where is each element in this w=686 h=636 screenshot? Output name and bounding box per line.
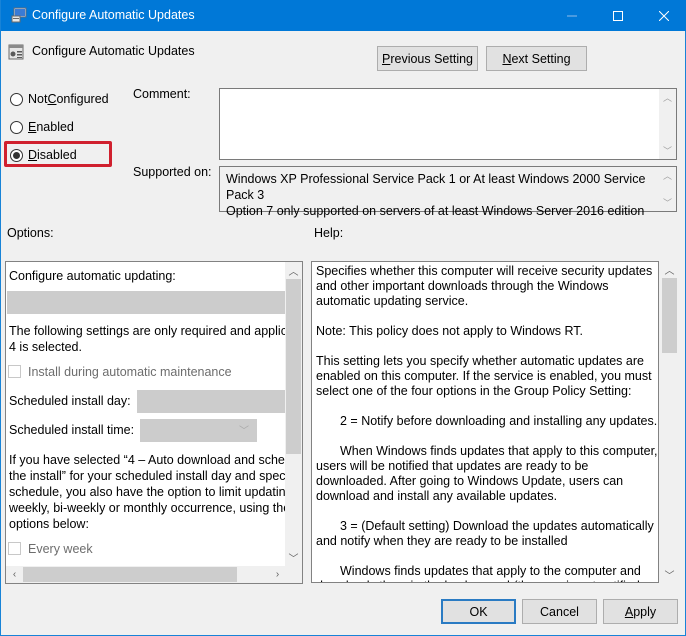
scroll-down-icon[interactable]: ﹀ (659, 194, 676, 211)
scroll-down-icon[interactable]: ﹀ (661, 566, 678, 583)
help-label: Help: (314, 226, 344, 240)
scroll-up-icon[interactable]: ︿ (285, 262, 302, 279)
policy-title: Configure Automatic Updates (32, 44, 195, 58)
radio-circle[interactable] (10, 92, 23, 106)
supported-on-text: Windows XP Professional Service Pack 1 o… (226, 172, 646, 218)
install-time-label: Scheduled install time: (9, 423, 135, 437)
previous-setting-button[interactable]: Previous Setting (377, 46, 478, 71)
window-title: Configure Automatic Updates (32, 8, 195, 22)
chevron-down-icon: ﹀ (239, 426, 249, 437)
scroll-up-icon[interactable]: ︿ (659, 89, 676, 106)
comment-textarea[interactable]: ︿ ﹀ (219, 88, 677, 160)
radio-enabled[interactable]: Enabled (10, 118, 74, 136)
close-button[interactable] (641, 0, 686, 31)
next-setting-button[interactable]: Next Setting (486, 46, 587, 71)
comment-scrollbar[interactable]: ︿ ﹀ (659, 89, 676, 159)
install-time-dropdown[interactable]: ﹀ (140, 419, 257, 442)
every-week-checkbox[interactable] (8, 542, 21, 555)
options-label: Options: (7, 226, 54, 240)
scroll-down-icon[interactable]: ﹀ (285, 549, 302, 566)
scroll-thumb[interactable] (23, 567, 237, 582)
configure-automatic-updates-dialog: Configure Automatic Updates Configure Au… (0, 0, 686, 636)
options-panel: Configure automatic updating: The follow… (5, 261, 303, 584)
options-vertical-scrollbar[interactable]: ︿ ﹀ (285, 262, 302, 566)
minimize-button[interactable] (549, 0, 595, 31)
every-week-label: Every week (28, 542, 93, 556)
radio-circle[interactable] (10, 120, 23, 134)
install-maintenance-label: Install during automatic maintenance (28, 365, 232, 379)
comment-label: Comment: (133, 87, 191, 101)
scroll-corner (285, 566, 302, 583)
scroll-left-icon[interactable]: ‹ (6, 566, 23, 583)
install-maintenance-checkbox[interactable] (8, 365, 21, 378)
supported-scrollbar[interactable]: ︿ ﹀ (659, 167, 676, 211)
disabled-highlight-box (4, 141, 112, 167)
configure-updating-label: Configure automatic updating: (9, 269, 176, 283)
cancel-button[interactable]: Cancel (522, 599, 597, 624)
scroll-up-icon[interactable]: ︿ (659, 167, 676, 184)
scroll-down-icon[interactable]: ﹀ (659, 142, 676, 159)
scroll-thumb[interactable] (662, 278, 677, 353)
maximize-icon (613, 10, 623, 21)
options-horizontal-scrollbar[interactable]: ‹ › (6, 566, 286, 583)
scroll-thumb[interactable] (286, 279, 301, 454)
options-content: Configure automatic updating: The follow… (7, 269, 286, 556)
help-text: Specifies whether this computer will rec… (316, 264, 658, 582)
title-bar[interactable]: Configure Automatic Updates (1, 0, 686, 31)
radio-not-configured[interactable]: Not Configured (10, 90, 109, 108)
help-vertical-scrollbar[interactable]: ︿ ﹀ (661, 261, 678, 583)
maximize-button[interactable] (595, 0, 641, 31)
ok-button[interactable]: OK (441, 599, 516, 624)
scroll-up-icon[interactable]: ︿ (661, 261, 678, 278)
supported-on-box: Windows XP Professional Service Pack 1 o… (219, 166, 677, 218)
install-day-dropdown[interactable] (137, 390, 286, 413)
configure-updating-dropdown[interactable] (7, 291, 285, 314)
supported-on-label: Supported on: (133, 165, 212, 179)
policy-setting-icon (8, 44, 24, 60)
minimize-icon (567, 15, 577, 16)
apply-button[interactable]: Apply (603, 599, 678, 624)
scroll-right-icon[interactable]: › (269, 566, 286, 583)
help-panel: Specifies whether this computer will rec… (311, 261, 659, 583)
group-policy-app-icon (11, 7, 27, 23)
install-day-label: Scheduled install day: (9, 394, 131, 408)
close-icon (659, 10, 669, 21)
